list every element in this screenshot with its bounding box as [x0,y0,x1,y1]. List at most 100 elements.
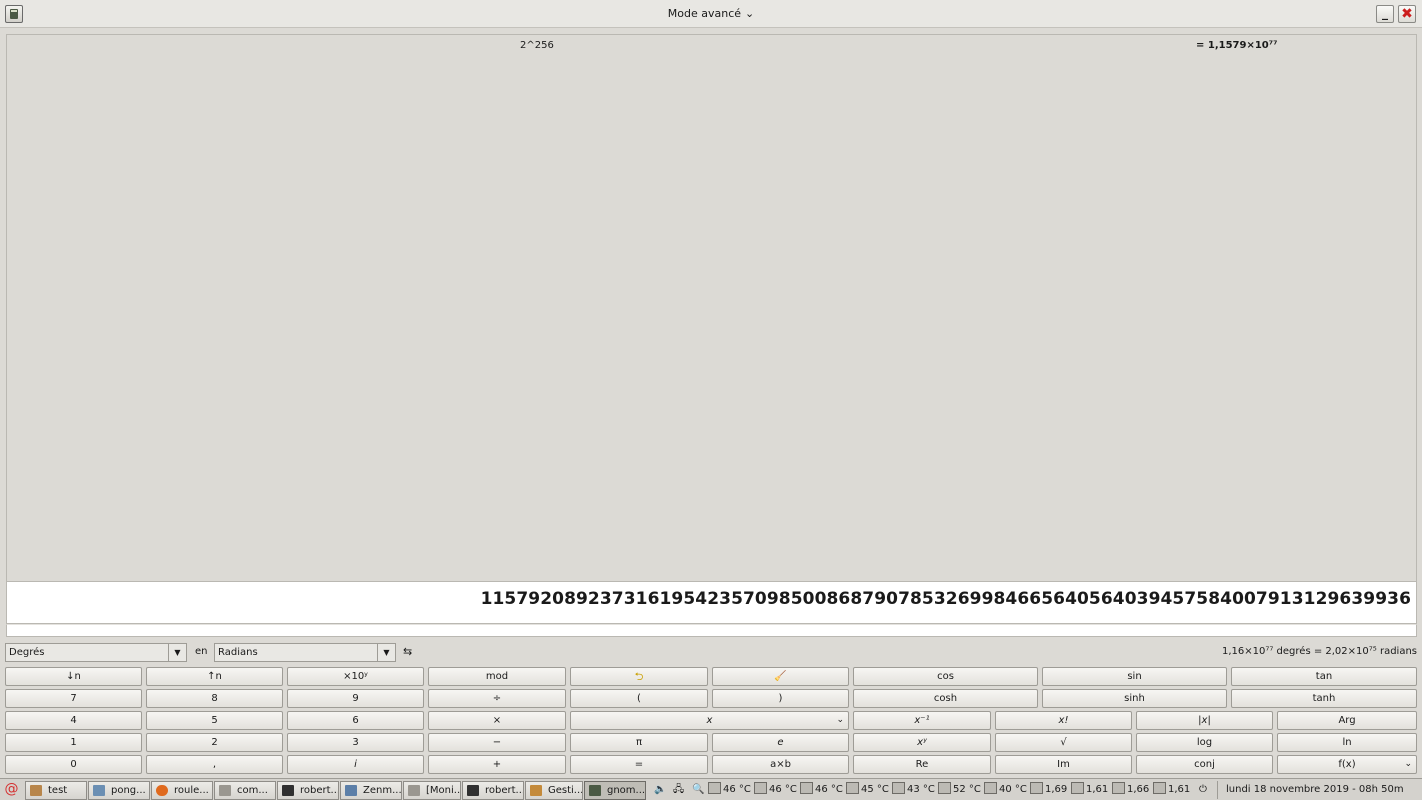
sensor-icon [754,782,767,794]
sinh-button[interactable]: sinh [1042,689,1227,708]
pi-button[interactable]: π [570,733,708,752]
tan-button[interactable]: tan [1231,667,1417,686]
terminal-icon [467,785,479,796]
subscript-button[interactable]: a×b [712,755,849,774]
title-bar: Mode avancé ⌄ _ ✖ [0,0,1422,28]
digit-2-button[interactable]: 2 [146,733,283,752]
cpu-temp-7: 40 °C [984,781,1027,799]
history-result[interactable]: = 1,1579×10⁷⁷ [1196,40,1278,51]
taskbar-item[interactable]: robert... [462,781,524,800]
undo-icon[interactable]: ⮌ [570,667,708,686]
decimal-button[interactable]: , [146,755,283,774]
imaginary-part-button[interactable]: Im [995,755,1132,774]
cpu-temp-3: 46 °C [800,781,843,799]
start-menu-icon[interactable]: @ [3,781,20,799]
volume-icon[interactable]: 🔈 [654,781,666,799]
chevron-down-icon[interactable]: ⌄ [745,7,754,20]
square-root-button[interactable]: √ [995,733,1132,752]
search-icon[interactable]: 🔍 [692,781,704,799]
to-unit-select[interactable]: Radians ▼ [214,643,396,662]
factorial-button[interactable]: x! [995,711,1132,730]
real-part-button[interactable]: Re [853,755,991,774]
taskbar-item[interactable]: test [25,781,87,800]
function-button[interactable]: f(x) ⌄ [1277,755,1417,774]
history-panel: 2^256 = 1,1579×10⁷⁷ [6,34,1417,582]
taskbar-item[interactable]: com... [214,781,276,800]
clock[interactable]: lundi 18 novembre 2019 - 08h 50m 05s [1217,781,1422,799]
window-title[interactable]: Mode avancé [668,7,741,20]
taskbar-item[interactable]: Zenm... [340,781,402,800]
euler-button[interactable]: e [712,733,849,752]
shift-right-button[interactable]: ↓n [5,667,142,686]
power-button[interactable]: xʸ [853,733,991,752]
close-button[interactable]: ✖ [1398,5,1416,23]
display-info-bar [6,624,1417,637]
open-paren-button[interactable]: ( [570,689,708,708]
window-icon [219,785,231,796]
chevron-down-icon: ⌄ [1404,759,1412,769]
window-icon [408,785,420,796]
cpu-freq-2: 1,61 [1071,781,1108,799]
firefox-icon [156,785,168,796]
dropdown-arrow-icon: ▼ [168,644,186,661]
digit-9-button[interactable]: 9 [287,689,424,708]
cosh-button[interactable]: cosh [853,689,1038,708]
taskbar-item[interactable]: [Moni... [403,781,461,800]
divide-button[interactable]: ÷ [428,689,566,708]
minimize-button[interactable]: _ [1376,5,1394,23]
taskbar-item[interactable]: roule... [151,781,213,800]
absolute-value-button[interactable]: |x| [1136,711,1273,730]
log-button[interactable]: log [1136,733,1273,752]
app-icon [93,785,105,796]
taskbar-item[interactable]: robert... [277,781,339,800]
history-expression[interactable]: 2^256 [520,40,554,51]
digit-0-button[interactable]: 0 [5,755,142,774]
app-icon [530,785,542,796]
cpu-freq-1: 1,69 [1030,781,1067,799]
add-button[interactable]: + [428,755,566,774]
close-paren-button[interactable]: ) [712,689,849,708]
digit-6-button[interactable]: 6 [287,711,424,730]
imaginary-button[interactable]: i [287,755,424,774]
from-unit-select[interactable]: Degrés ▼ [5,643,187,662]
mod-button[interactable]: mod [428,667,566,686]
calculator-icon [589,785,601,796]
sin-button[interactable]: sin [1042,667,1227,686]
ln-button[interactable]: ln [1277,733,1417,752]
sensor-icon [800,782,813,794]
multiply-button[interactable]: × [428,711,566,730]
digit-7-button[interactable]: 7 [5,689,142,708]
chevron-down-icon: ⌄ [836,715,844,725]
variable-x-dropdown[interactable]: x ⌄ [570,711,849,730]
function-label: f(x) [1338,759,1356,770]
result-display[interactable]: 1157920892373161954235709850086879078532… [6,582,1417,624]
from-unit-value: Degrés [9,647,45,658]
digit-4-button[interactable]: 4 [5,711,142,730]
display-value: 1157920892373161954235709850086879078532… [480,589,1411,609]
inverse-button[interactable]: x⁻¹ [853,711,991,730]
exponent-button[interactable]: ×10ʸ [287,667,424,686]
window-icon [345,785,357,796]
mode-selector[interactable]: Mode avancé ⌄ [0,7,1422,20]
equals-button[interactable]: = [570,755,708,774]
subtract-button[interactable]: − [428,733,566,752]
shift-left-button[interactable]: ↑n [146,667,283,686]
conjugate-button[interactable]: conj [1136,755,1273,774]
taskbar-item[interactable]: pong... [88,781,150,800]
clear-icon[interactable]: 🧹 [712,667,849,686]
power-icon[interactable]: ⏻ [1199,781,1207,799]
digit-8-button[interactable]: 8 [146,689,283,708]
cos-button[interactable]: cos [853,667,1038,686]
arg-button[interactable]: Arg [1277,711,1417,730]
sensor-icon [708,782,721,794]
sensor-icon [938,782,951,794]
swap-units-icon[interactable]: ⇆ [403,645,412,658]
taskbar-item-active[interactable]: gnom... [584,781,646,800]
digit-3-button[interactable]: 3 [287,733,424,752]
tanh-button[interactable]: tanh [1231,689,1417,708]
network-icon[interactable]: 🖧 [673,781,684,799]
digit-1-button[interactable]: 1 [5,733,142,752]
taskbar-item[interactable]: Gesti... [525,781,583,800]
digit-5-button[interactable]: 5 [146,711,283,730]
cpu-temp-5: 43 °C [892,781,935,799]
